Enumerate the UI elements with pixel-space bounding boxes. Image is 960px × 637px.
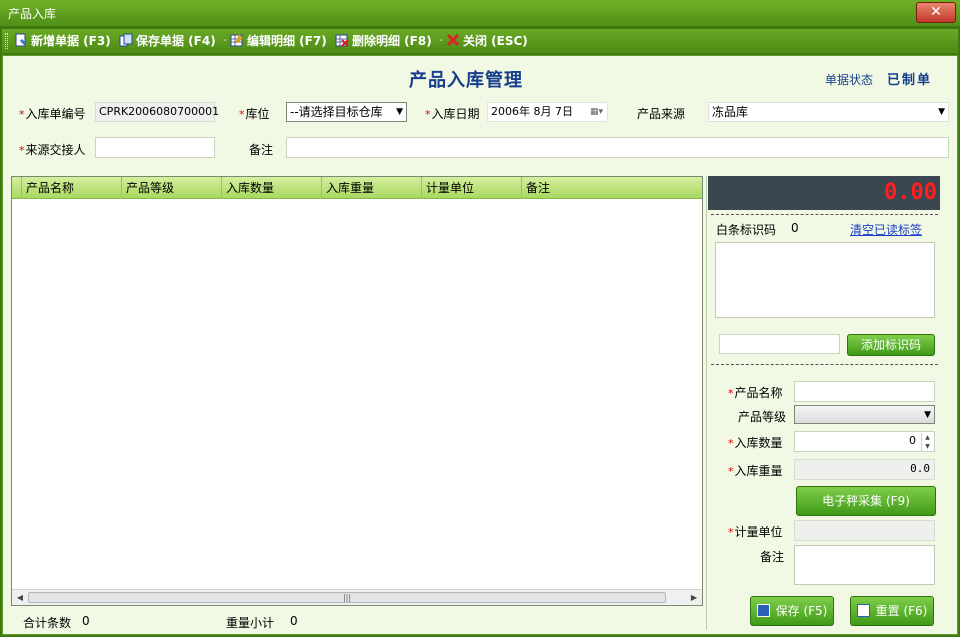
unit-field [794, 520, 935, 541]
source-select[interactable]: 冻品库 ▼ [708, 102, 949, 122]
remark-label: 备注 [249, 143, 274, 157]
location-label: *库位 [239, 107, 270, 121]
toolbar-separator: - [439, 33, 443, 46]
product-name-label: *产品名称 [728, 386, 783, 400]
row-header-corner [12, 177, 22, 199]
close-icon: ✕ [930, 4, 942, 20]
column-header-in-qty[interactable]: 入库数量 [222, 177, 322, 199]
detail-grid[interactable]: 产品名称 产品等级 入库数量 入库重量 计量单位 备注 ◀ ||| ▶ [11, 176, 703, 606]
in-weight-label: *入库重量 [728, 464, 783, 478]
in-qty-label: *入库数量 [728, 436, 783, 450]
barcode-list[interactable] [715, 242, 935, 318]
order-no-label: *入库单编号 [19, 107, 86, 121]
calendar-icon[interactable]: ▦▾ [590, 103, 603, 121]
column-header-unit[interactable]: 计量单位 [422, 177, 522, 199]
total-count-label: 合计条数 [23, 616, 72, 630]
barcode-input[interactable] [719, 334, 840, 354]
delete-grid-icon [335, 34, 349, 47]
chevron-down-icon: ▼ [938, 107, 945, 117]
clear-tags-link[interactable]: 清空已读标签 [850, 221, 922, 238]
save-button[interactable]: 保存 (F5) [750, 596, 834, 626]
in-weight-field: 0.0 [794, 459, 935, 480]
horizontal-scrollbar[interactable]: ◀ ||| ▶ [12, 589, 702, 605]
toolbar: 新增单据 (F3) 保存单据 (F4) - 编辑明细 (F7) 删除明细 (F8… [2, 29, 958, 53]
source-label: 产品来源 [637, 107, 686, 121]
unit-label: *计量单位 [728, 525, 783, 539]
scroll-left-icon[interactable]: ◀ [13, 591, 27, 604]
close-window-button[interactable]: ✕ [916, 2, 956, 23]
save-icon [756, 604, 770, 617]
date-label: *入库日期 [425, 107, 480, 121]
page-title: 产品入库管理 [409, 70, 523, 91]
edit-grid-icon [230, 34, 243, 47]
total-count-value: 0 [82, 614, 90, 628]
barcode-label: 白条标识码 [716, 223, 777, 237]
status-label: 单据状态 [825, 73, 874, 87]
remark-input[interactable] [286, 137, 949, 158]
chevron-down-icon: ▼ [396, 107, 403, 117]
toolbar-separator: - [223, 33, 227, 46]
reset-button[interactable]: 重置 (F6) [850, 596, 934, 626]
weight-display: 0.00 [708, 176, 940, 210]
add-code-button[interactable]: 添加标识码 [847, 334, 935, 356]
divider [711, 214, 938, 215]
new-document-icon [15, 33, 26, 47]
side-remark-label: 备注 [760, 550, 785, 564]
stepper-arrows-icon[interactable]: ▲ ▼ [921, 433, 933, 451]
status-value: 已制单 [887, 73, 933, 88]
column-header-product-name[interactable]: 产品名称 [22, 177, 122, 199]
barcode-count: 0 [791, 221, 799, 235]
product-name-input[interactable] [794, 381, 935, 402]
window-title: 产品入库 [8, 7, 57, 21]
scroll-thumb[interactable]: ||| [28, 592, 666, 603]
chevron-down-icon: ▼ [924, 410, 931, 420]
column-header-remark[interactable]: 备注 [522, 177, 702, 199]
grid-header: 产品名称 产品等级 入库数量 入库重量 计量单位 备注 [12, 177, 702, 199]
weight-subtotal-value: 0 [290, 614, 298, 628]
column-header-in-weight[interactable]: 入库重量 [322, 177, 422, 199]
handover-input[interactable] [95, 137, 215, 158]
toolbar-grip[interactable] [5, 33, 8, 49]
location-select[interactable]: --请选择目标仓库 ▼ [286, 102, 407, 122]
edit-detail-button[interactable]: 编辑明细 (F7) [230, 32, 327, 50]
close-button[interactable]: 关闭 (ESC) [446, 32, 528, 50]
date-picker[interactable]: 2006年 8月 7日 ▦▾ [487, 102, 608, 122]
order-no-field[interactable]: CPRK2006080700001 [95, 102, 219, 122]
handover-label: *来源交接人 [19, 143, 86, 157]
entry-side-panel: 0.00 白条标识码 0 清空已读标签 添加标识码 *产品名称 产品等级 ▼ *… [706, 176, 940, 630]
delete-detail-button[interactable]: 删除明细 (F8) [335, 32, 432, 50]
side-remark-input[interactable] [794, 545, 935, 585]
product-grade-label: 产品等级 [738, 410, 787, 424]
save-icon [119, 33, 133, 47]
product-grade-select[interactable]: ▼ [794, 405, 935, 424]
column-header-product-grade[interactable]: 产品等级 [122, 177, 222, 199]
close-red-x-icon [446, 33, 460, 47]
new-document-button[interactable]: 新增单据 (F3) [14, 32, 111, 50]
save-document-button[interactable]: 保存单据 (F4) [119, 32, 216, 50]
scroll-right-icon[interactable]: ▶ [687, 591, 701, 604]
scale-capture-button[interactable]: 电子秤采集 (F9) [796, 486, 936, 516]
in-qty-stepper[interactable]: 0 ▲ ▼ [794, 431, 935, 452]
weight-subtotal-label: 重量小计 [226, 616, 275, 630]
divider [711, 364, 938, 365]
reset-grid-icon [856, 604, 870, 617]
title-bar: 产品入库 ✕ [0, 0, 960, 26]
